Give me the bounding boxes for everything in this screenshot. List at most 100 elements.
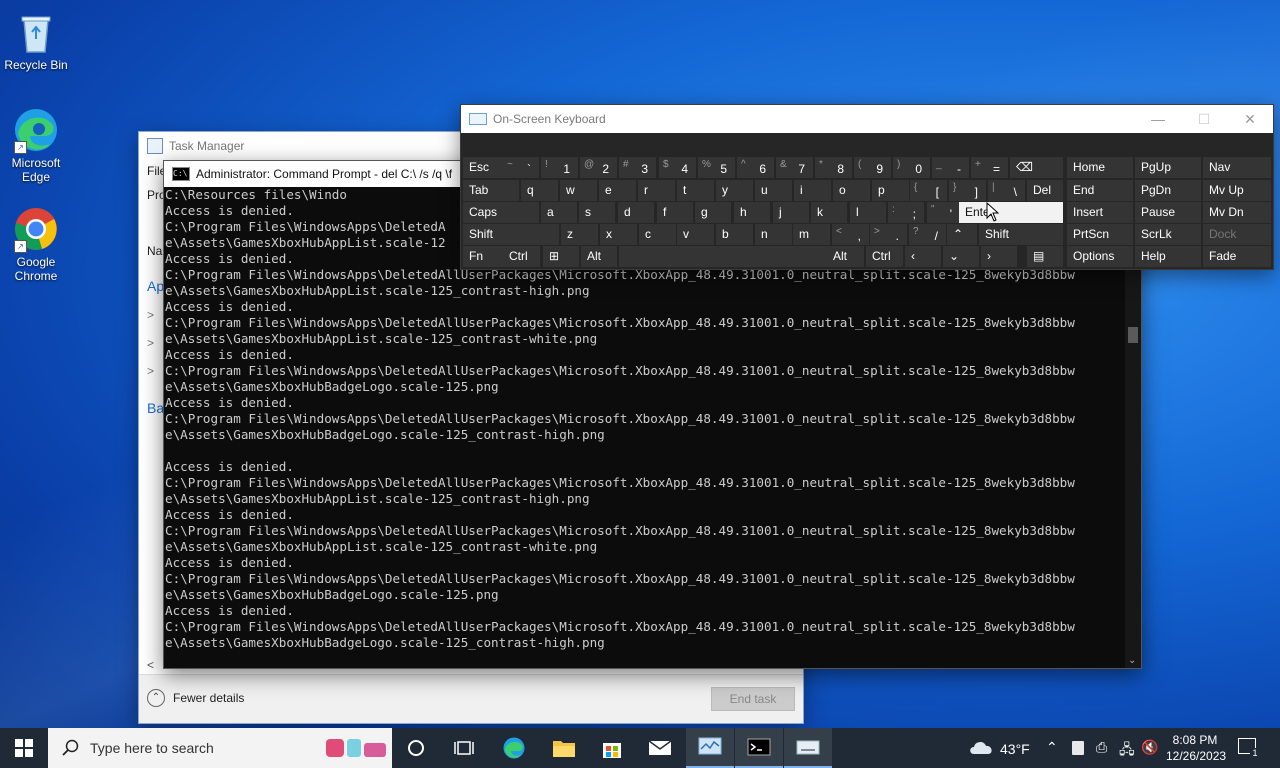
- key-help[interactable]: Help: [1135, 246, 1201, 267]
- show-hidden-icons-chevron-icon[interactable]: ⌃: [1046, 739, 1058, 756]
- key-q[interactable]: q: [521, 180, 558, 201]
- key-u[interactable]: u: [755, 180, 792, 201]
- key-esc[interactable]: Esc: [463, 157, 507, 178]
- key-fn[interactable]: Fn: [463, 246, 507, 267]
- key-ralt[interactable]: Alt: [827, 246, 864, 267]
- scrollbar-thumb[interactable]: [1128, 327, 1138, 343]
- key-c[interactable]: c: [639, 224, 676, 245]
- key-win[interactable]: ⊞: [543, 246, 579, 267]
- key-lctrl[interactable]: Ctrl: [503, 246, 540, 267]
- key-right[interactable]: ›: [981, 246, 1017, 267]
- desktop-icon-edge[interactable]: ↗ Microsoft Edge: [0, 106, 72, 184]
- expand-chevron-icon[interactable]: >: [147, 364, 154, 378]
- key-space[interactable]: [619, 246, 827, 267]
- taskbar-search-box[interactable]: Type here to search: [48, 728, 392, 768]
- key-lalt[interactable]: Alt: [581, 246, 617, 267]
- key-scrlk[interactable]: ScrLk: [1135, 224, 1201, 245]
- key-end[interactable]: End: [1067, 180, 1133, 201]
- key-d[interactable]: d: [618, 202, 654, 223]
- network-icon[interactable]: 🖧: [1119, 739, 1135, 763]
- expand-chevron-icon[interactable]: >: [147, 336, 154, 350]
- key-home[interactable]: Home: [1067, 157, 1133, 178]
- key-menu[interactable]: ▤: [1027, 246, 1063, 267]
- key-n[interactable]: n: [755, 224, 792, 245]
- key-quote[interactable]: " ': [927, 202, 960, 223]
- key-insert[interactable]: Insert: [1067, 202, 1133, 223]
- task-view-button[interactable]: [440, 728, 488, 768]
- key-lbracket[interactable]: {[: [910, 180, 947, 201]
- key-f[interactable]: f: [657, 202, 693, 223]
- key-h[interactable]: h: [734, 202, 770, 223]
- cortana-button[interactable]: [392, 728, 440, 768]
- scroll-left-icon[interactable]: <: [147, 658, 154, 672]
- key-dock[interactable]: Dock: [1203, 224, 1271, 245]
- key-comma[interactable]: <,: [832, 224, 869, 245]
- start-button[interactable]: [0, 728, 48, 768]
- key-g[interactable]: g: [695, 202, 731, 223]
- weather-temperature[interactable]: 43°F: [1000, 741, 1030, 757]
- end-task-button[interactable]: End task: [711, 687, 795, 711]
- key-p[interactable]: p: [872, 180, 909, 201]
- key-v[interactable]: v: [677, 224, 714, 245]
- key-up[interactable]: ⌃: [947, 224, 977, 245]
- key-6[interactable]: ^ 6: [737, 157, 774, 178]
- key-k[interactable]: k: [811, 202, 847, 223]
- maximize-icon[interactable]: ☐: [1181, 105, 1227, 133]
- key-backtick[interactable]: ~ `: [503, 157, 539, 178]
- key-period[interactable]: >.: [870, 224, 907, 245]
- key-rctrl[interactable]: Ctrl: [866, 246, 903, 267]
- desktop-icon-recycle-bin[interactable]: Recycle Bin: [0, 8, 72, 72]
- key-enter[interactable]: Enter: [959, 202, 1063, 223]
- key-lshift[interactable]: Shift: [463, 224, 559, 245]
- key-nav[interactable]: Nav: [1203, 157, 1271, 178]
- key-minus[interactable]: _ -: [932, 157, 969, 178]
- key-prtscn[interactable]: PrtScn: [1067, 224, 1133, 245]
- meet-now-icon[interactable]: ⎙: [1096, 739, 1107, 756]
- taskbar-task-manager[interactable]: [686, 728, 734, 768]
- weather-icon[interactable]: [968, 737, 996, 762]
- key-2[interactable]: @2: [580, 157, 617, 178]
- key-options[interactable]: Options: [1067, 246, 1133, 267]
- key-backspace[interactable]: ⌫: [1010, 157, 1063, 178]
- usb-icon[interactable]: [1072, 741, 1084, 755]
- key-rshift[interactable]: Shift: [979, 224, 1063, 245]
- taskbar-command-prompt[interactable]: [735, 728, 783, 768]
- key-l[interactable]: l: [850, 202, 886, 223]
- key-left[interactable]: ‹: [905, 246, 941, 267]
- key-0[interactable]: ) 0: [893, 157, 930, 178]
- minimize-icon[interactable]: —: [1135, 105, 1181, 133]
- key-mv-dn[interactable]: Mv Dn: [1203, 202, 1271, 223]
- key-8[interactable]: * 8: [815, 157, 852, 178]
- taskbar-store[interactable]: [588, 728, 636, 768]
- key-rbracket[interactable]: }]: [949, 180, 986, 201]
- volume-muted-icon[interactable]: 🔇: [1141, 739, 1158, 756]
- key-b[interactable]: b: [716, 224, 753, 245]
- key-z[interactable]: z: [561, 224, 598, 245]
- taskbar-on-screen-keyboard[interactable]: [784, 728, 832, 768]
- close-icon[interactable]: ✕: [1227, 105, 1273, 133]
- key-o[interactable]: o: [833, 180, 870, 201]
- key-w[interactable]: w: [560, 180, 597, 201]
- key-pause[interactable]: Pause: [1135, 202, 1201, 223]
- key-j[interactable]: j: [773, 202, 809, 223]
- key-7[interactable]: & 7: [776, 157, 813, 178]
- scroll-down-icon[interactable]: ⌄: [1128, 655, 1136, 666]
- key-del[interactable]: Del: [1027, 180, 1063, 201]
- key-1[interactable]: ! 1: [541, 157, 578, 178]
- taskbar-edge[interactable]: [490, 728, 538, 768]
- fewer-details-button[interactable]: ⌃ Fewer details: [147, 689, 244, 707]
- key-backslash[interactable]: | \: [988, 180, 1025, 201]
- key-5[interactable]: % 5: [698, 157, 735, 178]
- key-caps[interactable]: Caps: [463, 202, 539, 223]
- key-9[interactable]: (9: [854, 157, 891, 178]
- key-r[interactable]: r: [638, 180, 675, 201]
- key-e[interactable]: e: [599, 180, 636, 201]
- key-pgup[interactable]: PgUp: [1135, 157, 1201, 178]
- taskbar-mail[interactable]: [636, 728, 684, 768]
- key-semicolon[interactable]: :;: [888, 202, 924, 223]
- key-3[interactable]: #3: [619, 157, 656, 178]
- on-screen-keyboard-window[interactable]: On-Screen Keyboard — ☐ ✕ Esc ~ `! 1 @2 #3 $4% 5…: [460, 104, 1274, 270]
- key-tab[interactable]: Tab: [463, 180, 519, 201]
- key-y[interactable]: y: [716, 180, 753, 201]
- key-equals[interactable]: + =: [971, 157, 1008, 178]
